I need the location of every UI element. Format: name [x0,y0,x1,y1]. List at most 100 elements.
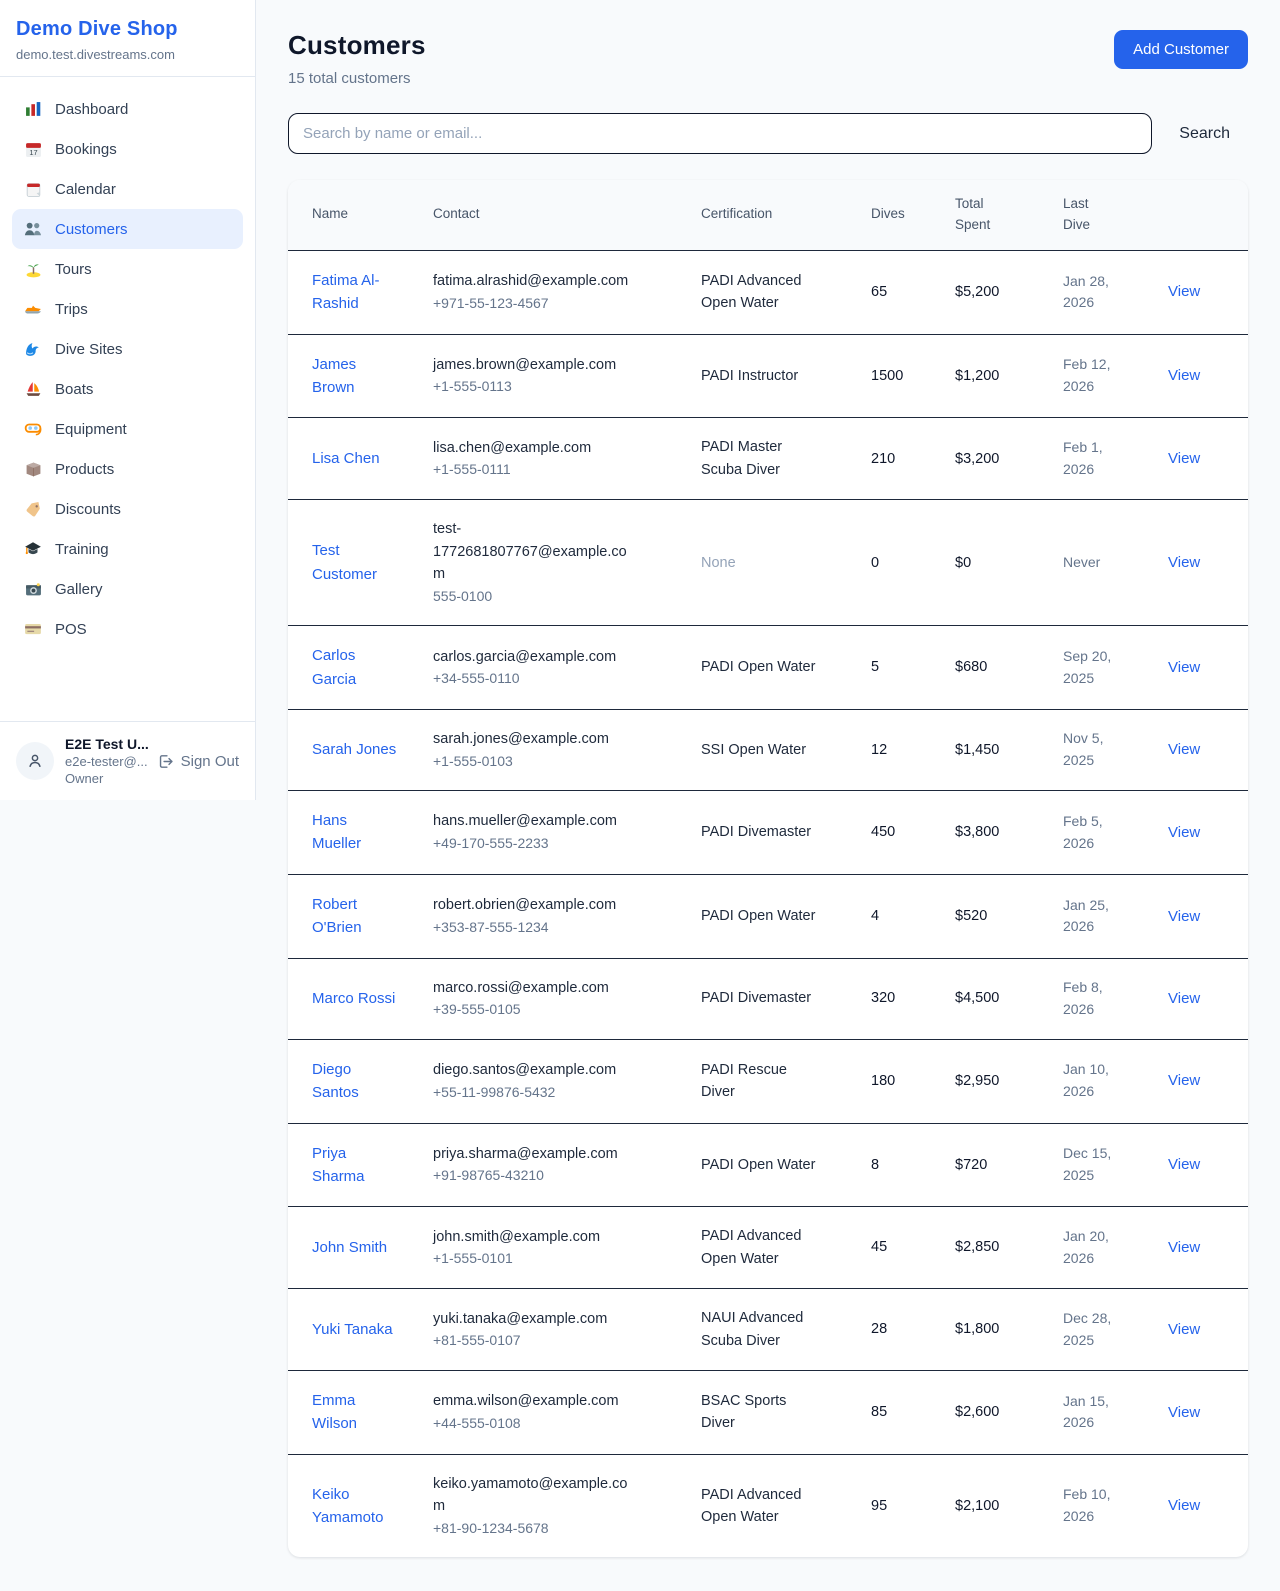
sidebar-item-customers[interactable]: Customers [12,209,243,249]
graduation-cap-icon [24,540,42,558]
sidebar-item-bookings[interactable]: 17 Bookings [12,129,243,169]
view-customer-link[interactable]: View [1168,659,1200,676]
table-row: Keiko Yamamoto keiko.yamamoto@example.co… [288,1454,1248,1557]
customer-email: sarah.jones@example.com [433,728,635,750]
view-customer-link[interactable]: View [1168,1239,1200,1256]
wave-icon [24,340,42,358]
customer-name-link[interactable]: John Smith [312,1236,400,1259]
table-row: Test Customer test-1772681807767@example… [288,500,1248,626]
sidebar-item-trips[interactable]: Trips [12,289,243,329]
customer-last-dive: Dec 15, 2025 [1063,1143,1121,1186]
user-section: E2E Test U... e2e-tester@... Owner Sign … [0,721,255,800]
view-customer-link[interactable]: View [1168,1404,1200,1421]
customer-name-link[interactable]: Keiko Yamamoto [312,1483,400,1530]
view-customer-link[interactable]: View [1168,908,1200,925]
sidebar-item-training[interactable]: Training [12,529,243,569]
sidebar-item-tours[interactable]: Tours [12,249,243,289]
sidebar-item-label: Trips [55,301,88,318]
customer-last-dive: Feb 8, 2026 [1063,977,1121,1020]
customer-last-dive: Nov 5, 2025 [1063,728,1121,771]
credit-card-icon [24,620,42,638]
customer-last-dive: Jan 15, 2026 [1063,1391,1121,1434]
package-icon [24,460,42,478]
people-icon [24,220,42,238]
sidebar-item-gallery[interactable]: Gallery [12,569,243,609]
sidebar-item-label: POS [55,621,87,638]
sidebar-item-dive-sites[interactable]: Dive Sites [12,329,243,369]
customer-phone: +39-555-0105 [433,999,693,1021]
customer-name-link[interactable]: Sarah Jones [312,738,400,761]
customer-last-dive: Jan 25, 2026 [1063,895,1121,938]
customer-total-spent: $5,200 [955,250,1063,334]
sidebar-item-label: Gallery [55,581,103,598]
sidebar-item-label: Boats [55,381,93,398]
customer-name-link[interactable]: Emma Wilson [312,1389,400,1436]
customer-name-link[interactable]: Diego Santos [312,1058,400,1105]
sidebar-item-pos[interactable]: POS [12,609,243,649]
sign-out-icon [157,753,174,770]
view-customer-link[interactable]: View [1168,367,1200,384]
search-input[interactable] [288,113,1152,154]
view-customer-link[interactable]: View [1168,283,1200,300]
customer-phone: +81-555-0107 [433,1330,693,1352]
view-customer-link[interactable]: View [1168,450,1200,467]
customer-certification: SSI Open Water [701,739,819,761]
sign-out-button[interactable]: Sign Out [157,753,239,770]
view-customer-link[interactable]: View [1168,990,1200,1007]
view-customer-link[interactable]: View [1168,1156,1200,1173]
sidebar-item-equipment[interactable]: Equipment [12,409,243,449]
customer-name-link[interactable]: Lisa Chen [312,447,400,470]
customer-total-spent: $2,850 [955,1207,1063,1289]
view-customer-link[interactable]: View [1168,741,1200,758]
search-button[interactable]: Search [1179,125,1230,143]
col-header-certification: Certification [701,180,871,250]
customer-total-spent: $2,600 [955,1371,1063,1455]
customer-email: marco.rossi@example.com [433,977,635,999]
add-customer-button[interactable]: Add Customer [1114,30,1248,69]
customer-name-link[interactable]: Marco Rossi [312,987,400,1010]
table-row: Diego Santos diego.santos@example.com +5… [288,1039,1248,1123]
sidebar-item-label: Training [55,541,109,558]
customer-certification: PADI Divemaster [701,987,819,1009]
customer-dives: 1500 [871,334,955,418]
customer-name-link[interactable]: James Brown [312,353,400,400]
view-customer-link[interactable]: View [1168,824,1200,841]
view-customer-link[interactable]: View [1168,1072,1200,1089]
customer-name-link[interactable]: Carlos Garcia [312,644,400,691]
view-customer-link[interactable]: View [1168,1497,1200,1514]
user-email: e2e-tester@... [65,754,146,769]
view-customer-link[interactable]: View [1168,1321,1200,1338]
sidebar-item-calendar[interactable]: Calendar [12,169,243,209]
table-row: Fatima Al-Rashid fatima.alrashid@example… [288,250,1248,334]
sidebar-item-discounts[interactable]: Discounts [12,489,243,529]
camera-icon [24,580,42,598]
sidebar-item-label: Dashboard [55,101,128,118]
customer-email: john.smith@example.com [433,1226,635,1248]
customer-last-dive: Feb 12, 2026 [1063,354,1121,397]
customer-name-link[interactable]: Hans Mueller [312,809,400,856]
desert-island-icon [24,260,42,278]
customer-name-link[interactable]: Fatima Al-Rashid [312,269,400,316]
customer-name-link[interactable]: Test Customer [312,539,400,586]
customer-total-spent: $1,800 [955,1289,1063,1371]
view-customer-link[interactable]: View [1168,554,1200,571]
customer-email: emma.wilson@example.com [433,1390,635,1412]
col-header-last-dive: Last Dive [1063,180,1168,250]
customer-total-spent: $1,450 [955,710,1063,791]
customer-certification: PADI Advanced Open Water [701,1484,819,1529]
customer-dives: 12 [871,710,955,791]
customer-count: 15 total customers [288,70,426,87]
table-row: Robert O'Brien robert.obrien@example.com… [288,874,1248,958]
sidebar-nav: Dashboard 17 Bookings Calendar Customers… [0,77,255,721]
customer-email: robert.obrien@example.com [433,894,635,916]
customer-dives: 450 [871,791,955,875]
customer-last-dive: Jan 28, 2026 [1063,271,1121,314]
sidebar-item-products[interactable]: Products [12,449,243,489]
customer-name-link[interactable]: Priya Sharma [312,1142,400,1189]
customer-name-link[interactable]: Robert O'Brien [312,893,400,940]
customer-name-link[interactable]: Yuki Tanaka [312,1318,400,1341]
sidebar-item-boats[interactable]: Boats [12,369,243,409]
sidebar-item-dashboard[interactable]: Dashboard [12,89,243,129]
page-header-text: Customers 15 total customers [288,30,426,87]
customer-phone: +49-170-555-2233 [433,833,693,855]
